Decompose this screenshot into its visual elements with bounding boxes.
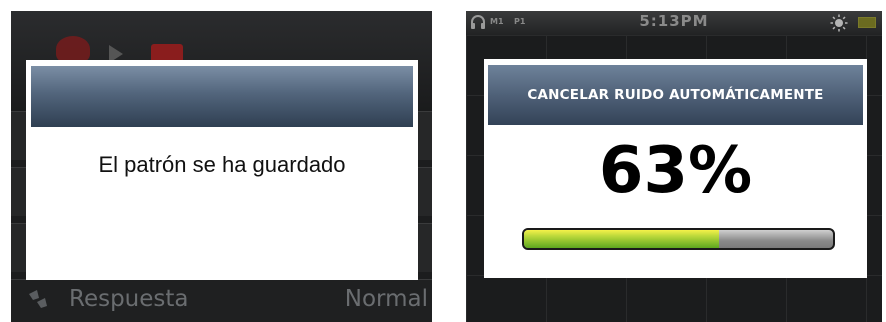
sun-icon [830, 14, 848, 32]
dialog-message: El patrón se ha guardado [98, 152, 346, 177]
dialog-title: CANCELAR RUIDO AUTOMÁTICAMENTE [527, 87, 824, 103]
dialog-titlebar [31, 66, 413, 127]
progress-bar [522, 228, 835, 250]
menu-row-value: Normal [344, 286, 428, 312]
battery-icon [858, 17, 876, 28]
background-icon [56, 36, 90, 62]
dialog-titlebar: CANCELAR RUIDO AUTOMÁTICAMENTE [488, 65, 863, 125]
response-icon [29, 290, 47, 308]
left-device-screen: Respuesta Normal El patrón se ha guardad… [11, 11, 432, 322]
noise-cancel-dialog: CANCELAR RUIDO AUTOMÁTICAMENTE 63% [484, 59, 867, 278]
status-bar: M1 P1 5:13PM [466, 11, 882, 35]
progress-bar-fill [524, 230, 719, 248]
clock: 5:13PM [639, 12, 709, 30]
menu-row-respuesta[interactable]: Respuesta Normal [11, 279, 432, 322]
menu-row-label: Respuesta [69, 286, 189, 312]
progress-percent: 63% [598, 134, 753, 208]
right-device-screen: M1 P1 5:13PM CANCELAR RUIDO AUTOMÁTICAME… [466, 11, 882, 322]
saved-pattern-dialog: El patrón se ha guardado [26, 60, 418, 280]
